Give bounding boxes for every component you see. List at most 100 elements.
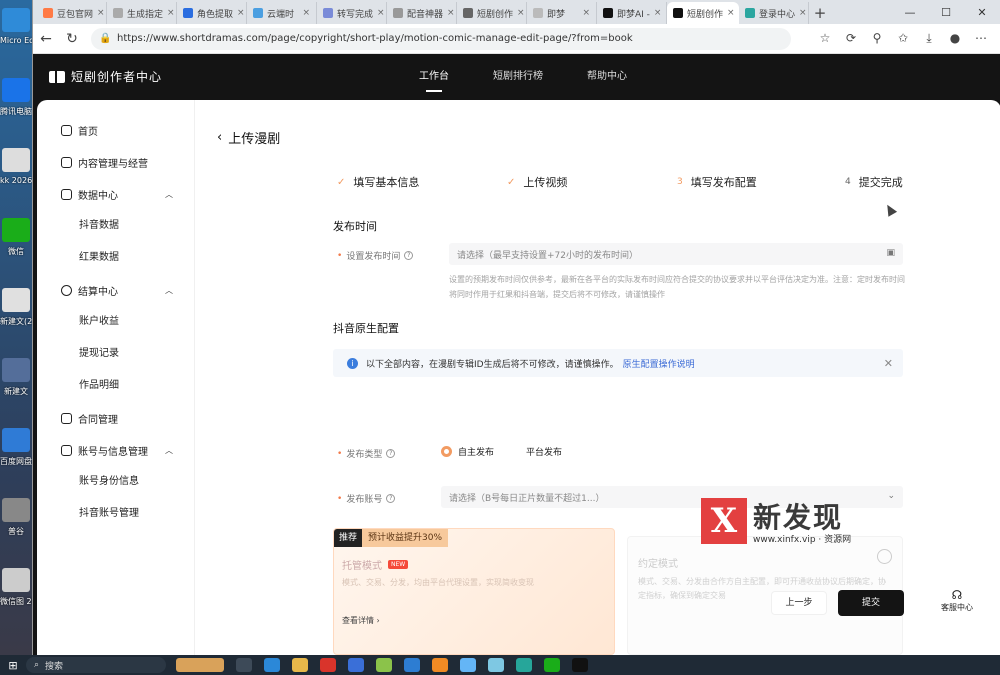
app-icon[interactable] [376,658,392,672]
tab-close-icon[interactable]: × [799,8,807,18]
desktop-app-icon[interactable] [2,498,30,522]
app-icon[interactable] [460,658,476,672]
radio-platform-publish[interactable]: 平台发布 [526,445,562,458]
sidebar-item-account-info[interactable]: 账号与信息管理 ︿ [37,434,194,466]
sidebar-item-identity[interactable]: 账号身份信息 [37,466,194,498]
step-4: 4 提交完成 [845,174,903,190]
app-icon[interactable] [432,658,448,672]
download-icon[interactable]: ⤓ [917,31,941,46]
sidebar-item-content[interactable]: 内容管理与经营 [37,146,194,178]
radio-self-publish[interactable]: 自主发布 [441,445,494,458]
wps-icon[interactable] [320,658,336,672]
close-icon[interactable]: ✕ [964,0,1000,24]
plan-card-hosted[interactable]: 推荐 预计收益提升30% 托管模式 NEW 模式、交易、分发，均由平台代理设置，实… [333,528,615,655]
help-icon[interactable]: ? [386,494,396,503]
browser-tab[interactable]: 即梦 × [527,2,597,24]
site-logo[interactable]: 短剧创作者中心 [49,68,162,85]
desktop-app-icon[interactable] [2,288,30,312]
sidebar-item-works-detail[interactable]: 作品明细 [37,370,194,402]
windows-start-icon[interactable]: ⊞ [0,659,26,672]
desktop-app-icon[interactable] [2,568,30,592]
chrome-icon[interactable] [348,658,364,672]
sidebar-item-douyin-account[interactable]: 抖音账号管理 [37,498,194,530]
site-nav-item[interactable]: 帮助中心 [587,54,627,100]
tab-close-icon[interactable]: × [517,8,525,18]
tab-close-icon[interactable]: × [654,8,662,18]
task-view-icon[interactable] [236,658,252,672]
tab-close-icon[interactable]: × [447,8,455,18]
browser-tab[interactable]: 生成指定 × [107,2,177,24]
plan-details-link[interactable]: 查看详情 › [342,615,380,626]
desktop-app-icon[interactable] [2,8,30,32]
sidebar-item-hongguo-data[interactable]: 红果数据 [37,242,194,274]
widget-icon[interactable] [176,658,224,672]
help-icon[interactable]: ? [386,449,396,458]
publish-time-label: • 设置发布时间? [337,249,414,262]
browser-tab[interactable]: 配音神器 × [387,2,457,24]
tab-bar: 豆包官网 × 生成指定 × 角色提取 × 云端时 × 转写完成 × 配音神器 × 短剧创作 × 即梦 × 即梦A… [33,0,1000,24]
desktop-app-icon[interactable] [2,218,30,242]
monitor-icon[interactable] [516,658,532,672]
back-button[interactable]: ‹ 上传漫剧 [217,128,280,147]
close-icon[interactable]: ✕ [884,357,893,370]
browser-tab[interactable]: 云端时 × [247,2,317,24]
extension-icon[interactable]: ⟳ [839,31,863,46]
taskbar-apps [176,658,588,672]
browser-tab[interactable]: 登录中心 × [739,2,809,24]
minimize-icon[interactable]: — [892,0,928,24]
url-field[interactable]: 🔒 https://www.shortdramas.com/page/copyr… [91,27,791,50]
back-arrow-icon[interactable]: ← [33,31,59,47]
sidebar-item-account-income[interactable]: 账户收益 [37,306,194,338]
notepad-icon[interactable] [488,658,504,672]
file-explorer-icon[interactable] [292,658,308,672]
taskbar-search[interactable]: ⌕ 搜索 [26,657,166,673]
favorite-star-icon[interactable]: ☆ [813,31,837,46]
url-text: https://www.shortdramas.com/page/copyrig… [117,33,633,44]
prev-step-button[interactable]: 上一步 [771,591,827,615]
sidebar-item-data-center[interactable]: 数据中心 ︿ [37,178,194,210]
site-nav-item[interactable]: 工作台 [419,54,449,100]
tab-close-icon[interactable]: × [237,8,245,18]
tab-close-icon[interactable]: × [97,8,105,18]
tab-close-icon[interactable]: × [302,8,310,18]
collections-icon[interactable]: ⚲ [865,31,889,46]
maximize-icon[interactable]: ☐ [928,0,964,24]
more-menu-icon[interactable]: ⋯ [969,31,993,46]
profile-avatar-icon[interactable]: ● [943,31,967,46]
favorites-icon[interactable]: ✩ [891,31,915,46]
tab-close-icon[interactable]: × [377,8,385,18]
browser-tab[interactable]: 即梦AI - × [597,2,667,24]
browser-tab[interactable]: 角色提取 × [177,2,247,24]
refresh-icon[interactable]: ↻ [59,31,85,47]
browser-tab[interactable]: 短剧创作 × [457,2,527,24]
desktop-app-icon[interactable] [2,428,30,452]
customer-service-button[interactable]: ☊ 客服中心 [941,588,973,613]
sidebar-item-douyin-data[interactable]: 抖音数据 [37,210,194,242]
tab-close-icon[interactable]: × [727,8,735,18]
tab-close-icon[interactable]: × [582,8,590,18]
edge-icon[interactable] [264,658,280,672]
sidebar-item-contract[interactable]: 合同管理 [37,402,194,434]
help-icon[interactable]: ? [404,251,414,260]
publish-time-placeholder: 请选择（最早支持设置+72小时的发布时间） [457,250,638,261]
browser-tab[interactable]: 转写完成 × [317,2,387,24]
app-icon[interactable] [404,658,420,672]
desktop-app-icon[interactable] [2,148,30,172]
submit-button[interactable]: 提交 [838,590,904,616]
site-nav: 工作台 短剧排行榜 帮助中心 [419,54,627,100]
notice-link[interactable]: 原生配置操作说明 [623,357,695,370]
publish-time-input[interactable]: 请选择（最早支持设置+72小时的发布时间） ▣ [449,243,903,265]
wechat-icon[interactable] [544,658,560,672]
browser-tab[interactable]: 短剧创作 × [667,2,739,24]
desktop-app-icon[interactable] [2,78,30,102]
sidebar-item-settlement[interactable]: 结算中心 ︿ [37,274,194,306]
browser-tab[interactable]: 豆包官网 × [37,2,107,24]
sidebar-item-withdraw[interactable]: 提现记录 [37,338,194,370]
capcut-icon[interactable] [572,658,588,672]
desktop-app-icon[interactable] [2,358,30,382]
sidebar-item-home[interactable]: 首页 [37,114,194,146]
tab-close-icon[interactable]: × [167,8,175,18]
site-nav-item[interactable]: 短剧排行榜 [493,54,543,100]
desktop-icon-label: 普谷 [8,527,24,536]
new-tab-button[interactable]: + [809,2,831,24]
